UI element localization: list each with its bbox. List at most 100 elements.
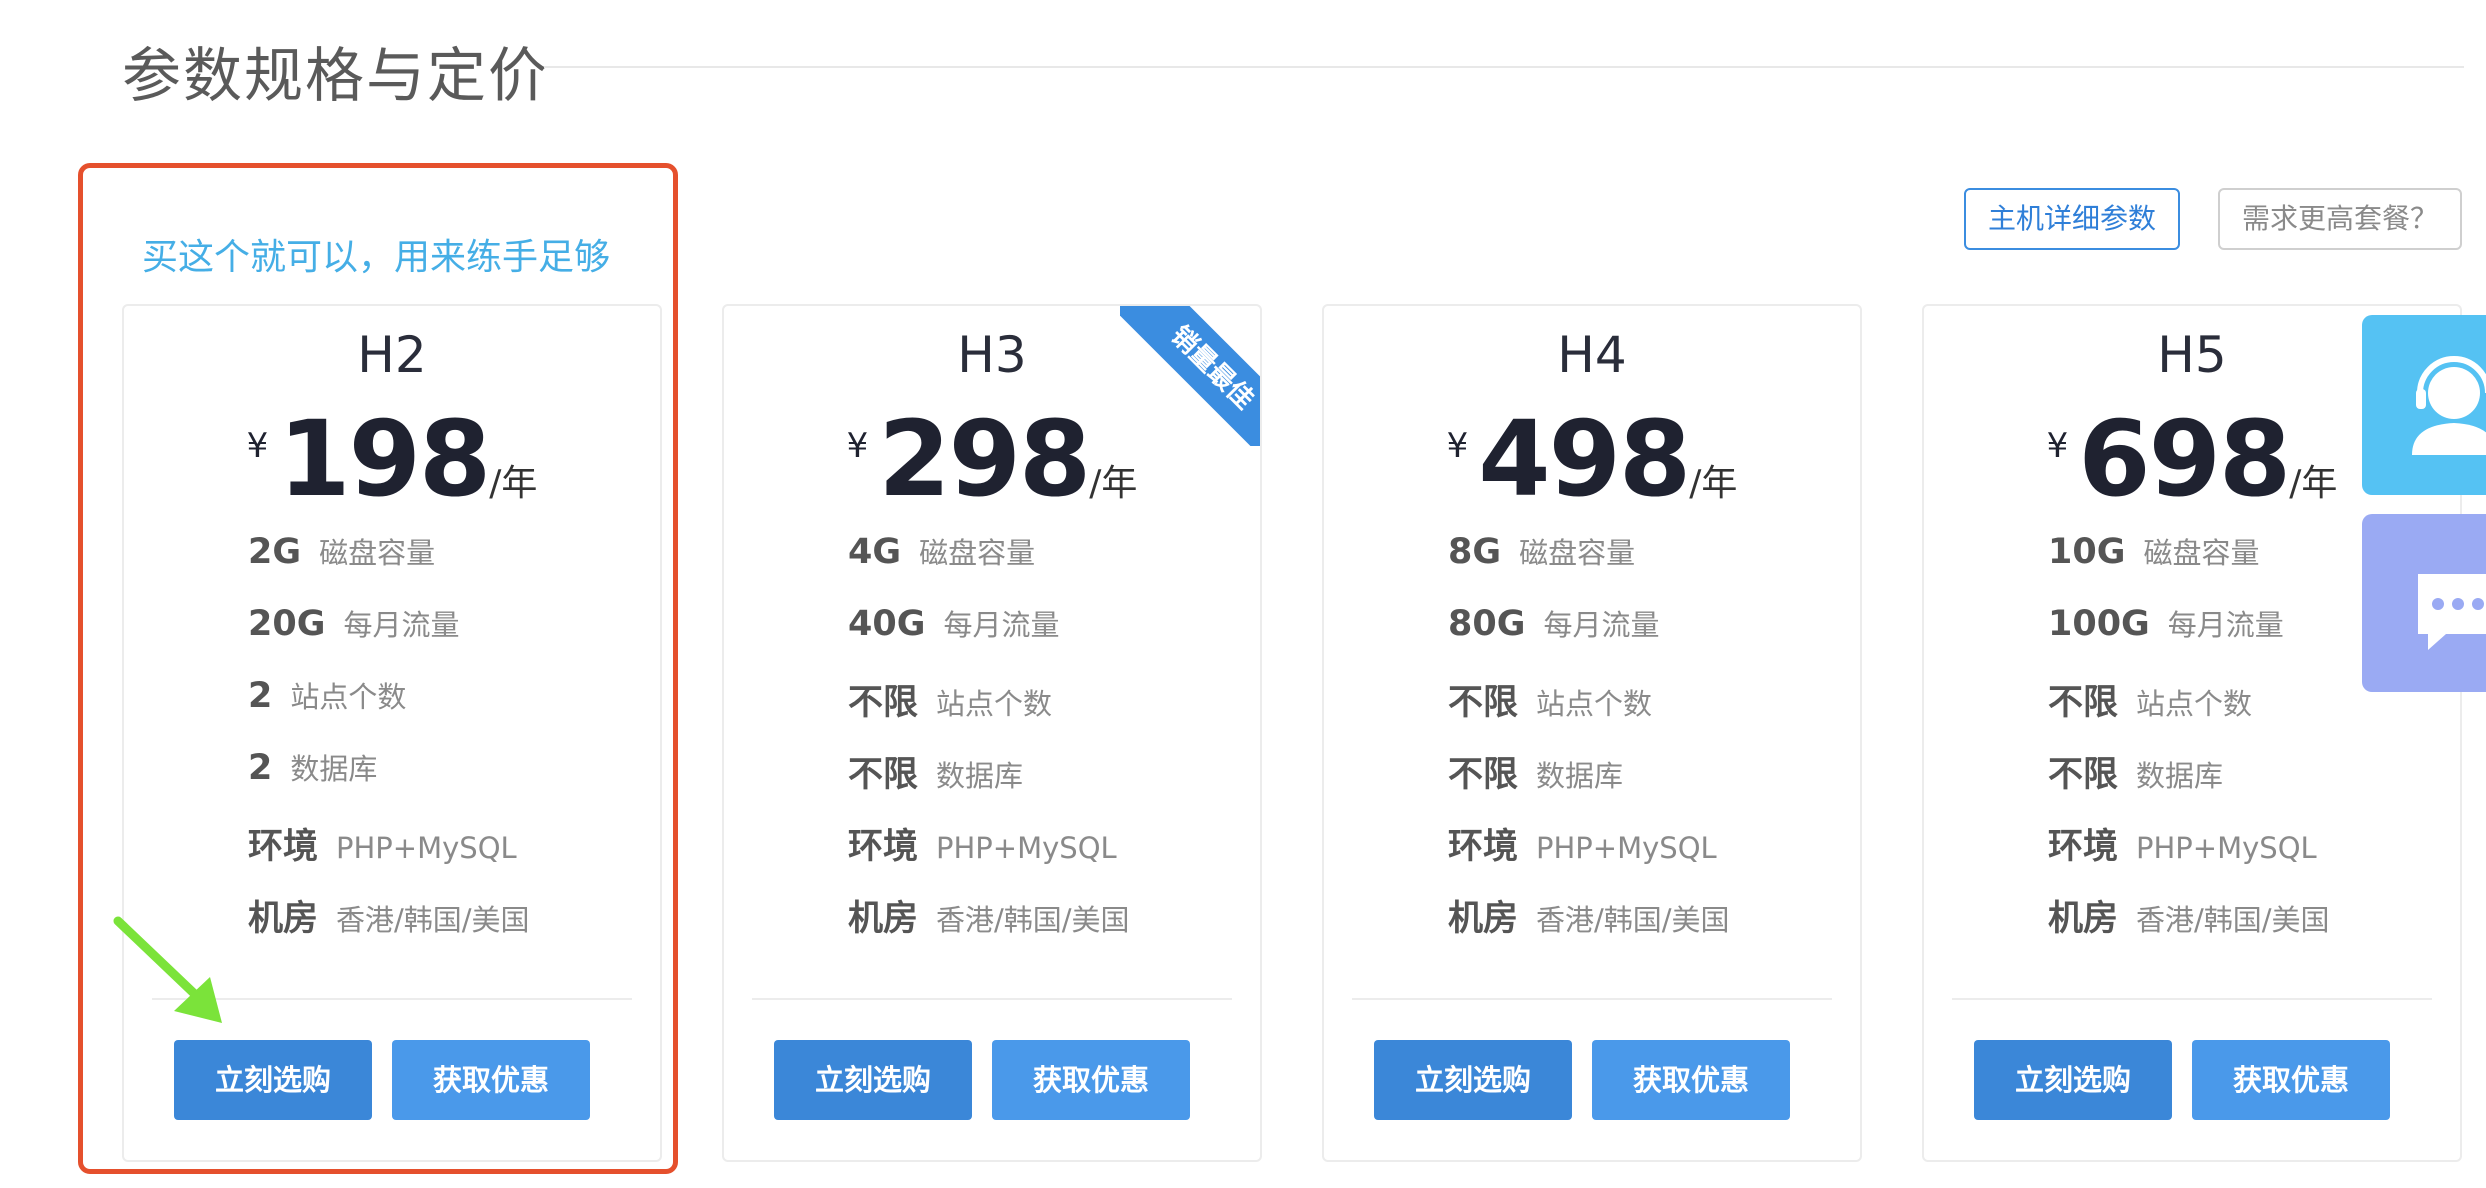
spec-label: 香港/韩国/美国 — [2136, 903, 2330, 937]
spec-label: PHP+MySQL — [1536, 831, 1717, 865]
spec-row: 机房 香港/韩国/美国 — [2048, 890, 2330, 962]
spec-label: 每月流量 — [943, 608, 1060, 642]
price-unit: /年 — [1689, 463, 1738, 504]
price-unit: /年 — [489, 463, 538, 504]
spec-label: 站点个数 — [1536, 687, 1653, 721]
spec-row: 20G 每月流量 — [248, 602, 530, 674]
price-amount: 498 — [1478, 398, 1691, 520]
spec-label: 磁盘容量 — [2143, 536, 2260, 570]
spec-value: 20G — [248, 604, 326, 644]
recommendation-hint: 买这个就可以，用来练手足够 — [142, 237, 611, 278]
price-amount: 198 — [278, 398, 491, 520]
price: ¥198/年 — [124, 398, 660, 520]
spec-value: 不限 — [1448, 683, 1519, 723]
spec-label: PHP+MySQL — [2136, 831, 2317, 865]
get-discount-button[interactable]: 获取优惠 — [992, 1040, 1190, 1120]
spec-row: 10G 磁盘容量 — [2048, 530, 2330, 602]
spec-label: 香港/韩国/美国 — [936, 903, 1130, 937]
spec-label: 磁盘容量 — [919, 536, 1036, 570]
spec-row: 环境 PHP+MySQL — [248, 818, 530, 890]
spec-value: 10G — [2048, 532, 2126, 572]
higher-plan-button[interactable]: 需求更高套餐？ — [2218, 188, 2462, 250]
spec-value: 机房 — [248, 899, 319, 939]
get-discount-button[interactable]: 获取优惠 — [2192, 1040, 2390, 1120]
host-details-button[interactable]: 主机详细参数 — [1964, 188, 2180, 250]
spec-value: 环境 — [2048, 827, 2119, 867]
spec-value: 机房 — [848, 899, 919, 939]
spec-value: 环境 — [1448, 827, 1519, 867]
spec-row: 2 站点个数 — [248, 674, 530, 746]
spec-row: 环境 PHP+MySQL — [848, 818, 1130, 890]
spec-row: 机房 香港/韩国/美国 — [848, 890, 1130, 962]
plan-card-h4: H4 ¥498/年 8G 磁盘容量 80G 每月流量 不限 站点个数 不限 数据库 环境… — [1322, 304, 1862, 1162]
price-amount: 298 — [878, 398, 1091, 520]
customer-service-icon — [2412, 356, 2486, 455]
chat-button[interactable] — [2362, 514, 2486, 692]
spec-value: 2 — [248, 748, 273, 788]
spec-row: 4G 磁盘容量 — [848, 530, 1130, 602]
spec-value: 80G — [1448, 604, 1526, 644]
spec-label: 站点个数 — [2136, 687, 2253, 721]
spec-row: 不限 数据库 — [1448, 746, 1730, 818]
price-unit: /年 — [1089, 463, 1138, 504]
price: ¥298/年 — [724, 398, 1260, 520]
spec-label: 数据库 — [290, 752, 378, 786]
spec-row: 不限 站点个数 — [2048, 674, 2330, 746]
get-discount-button[interactable]: 获取优惠 — [392, 1040, 590, 1120]
currency-symbol: ¥ — [846, 426, 869, 466]
spec-row: 8G 磁盘容量 — [1448, 530, 1730, 602]
spec-list: 10G 磁盘容量 100G 每月流量 不限 站点个数 不限 数据库 环境 PHP+MySQ… — [2048, 530, 2330, 962]
plan-card-h3: 销量最佳 H3 ¥298/年 4G 磁盘容量 40G 每月流量 不限 站点个数 不限数… — [722, 304, 1262, 1162]
spec-list: 4G 磁盘容量 40G 每月流量 不限 站点个数 不限 数据库 环境 PHP+MySQL … — [848, 530, 1130, 962]
spec-label: 磁盘容量 — [319, 536, 436, 570]
spec-row: 不限 数据库 — [2048, 746, 2330, 818]
price: ¥498/年 — [1324, 398, 1860, 520]
title-divider — [544, 66, 2464, 68]
currency-symbol: ¥ — [1446, 426, 1469, 466]
spec-value: 2 — [248, 676, 273, 716]
buy-now-button[interactable]: 立刻选购 — [774, 1040, 972, 1120]
spec-label: PHP+MySQL — [936, 831, 1117, 865]
spec-label: 数据库 — [2136, 759, 2224, 793]
spec-value: 40G — [848, 604, 926, 644]
price-amount: 698 — [2078, 398, 2291, 520]
spec-row: 机房 香港/韩国/美国 — [248, 890, 530, 962]
spec-list: 8G 磁盘容量 80G 每月流量 不限 站点个数 不限 数据库 环境 PHP+MySQL … — [1448, 530, 1730, 962]
buy-now-button[interactable]: 立刻选购 — [174, 1040, 372, 1120]
spec-label: 磁盘容量 — [1519, 536, 1636, 570]
spec-value: 不限 — [2048, 755, 2119, 795]
spec-value: 不限 — [848, 683, 919, 723]
spec-value: 环境 — [848, 827, 919, 867]
customer-service-button[interactable] — [2362, 315, 2486, 495]
buy-now-button[interactable]: 立刻选购 — [1374, 1040, 1572, 1120]
spec-value: 环境 — [248, 827, 319, 867]
currency-symbol: ¥ — [246, 426, 269, 466]
spec-label: 站点个数 — [936, 687, 1053, 721]
section-title: 参数规格与定价 — [122, 41, 550, 110]
spec-row: 2G 磁盘容量 — [248, 530, 530, 602]
spec-value: 不限 — [1448, 755, 1519, 795]
price-unit: /年 — [2289, 463, 2338, 504]
spec-row: 不限 数据库 — [848, 746, 1130, 818]
spec-value: 8G — [1448, 532, 1502, 572]
spec-row: 不限 站点个数 — [848, 674, 1130, 746]
spec-value: 2G — [248, 532, 302, 572]
spec-value: 机房 — [1448, 899, 1519, 939]
chat-bubble-icon — [2418, 574, 2486, 650]
buy-now-button[interactable]: 立刻选购 — [1974, 1040, 2172, 1120]
spec-row: 40G 每月流量 — [848, 602, 1130, 674]
spec-label: 每月流量 — [1543, 608, 1660, 642]
currency-symbol: ¥ — [2046, 426, 2069, 466]
spec-label: PHP+MySQL — [336, 831, 517, 865]
spec-row: 不限 站点个数 — [1448, 674, 1730, 746]
spec-row: 100G 每月流量 — [2048, 602, 2330, 674]
spec-value: 4G — [848, 532, 902, 572]
get-discount-button[interactable]: 获取优惠 — [1592, 1040, 1790, 1120]
spec-list: 2G 磁盘容量 20G 每月流量 2 站点个数 2 数据库 环境 PHP+MySQL 机房… — [248, 530, 530, 962]
spec-value: 不限 — [2048, 683, 2119, 723]
spec-value: 机房 — [2048, 899, 2119, 939]
plan-card-h2: H2 ¥198/年 2G 磁盘容量 20G 每月流量 2 站点个数 2 数据库 环境 PH… — [122, 304, 662, 1162]
spec-row: 环境 PHP+MySQL — [2048, 818, 2330, 890]
spec-label: 每月流量 — [343, 608, 460, 642]
spec-value: 不限 — [848, 755, 919, 795]
